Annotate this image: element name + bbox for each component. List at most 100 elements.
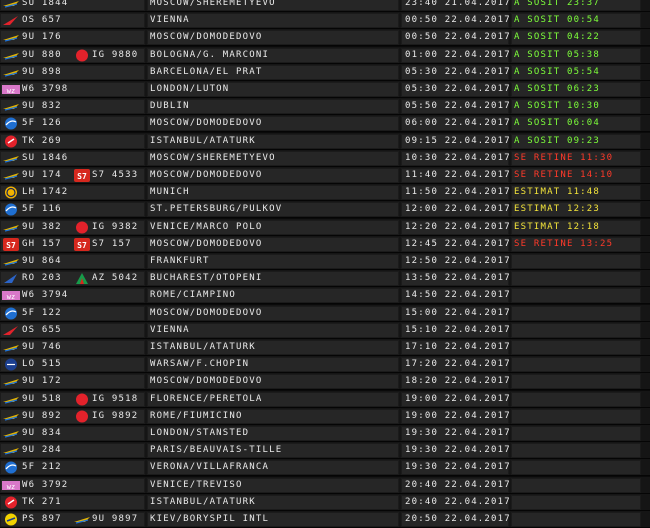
- destination: ROME/FIUMICINO: [150, 410, 243, 421]
- scheduled-time: 12:45 22.04.2017: [405, 237, 511, 252]
- flight-row: 9U 832 DUBLIN 05:50 22.04.2017 A SOSIT 10:3…: [0, 98, 650, 116]
- date-value: 22.04.2017: [444, 359, 511, 370]
- date-value: 22.04.2017: [444, 342, 511, 352]
- flight-code: GH 157: [22, 238, 62, 249]
- flight-status: SE RETINE 14:10: [514, 170, 614, 180]
- flight-row: SU 1846 MOSCOW/SHEREMETYEVO 10:30 22.04.20…: [0, 149, 650, 167]
- flight-code: 9U 880: [22, 49, 62, 60]
- flight-status: A SOSIT 05:54: [514, 66, 601, 77]
- time-value: 19:30: [405, 445, 439, 456]
- status-cell: [511, 426, 641, 441]
- flight-row: 5F 116 ST.PETERSBURG/PULKOV 12:00 22.04.20…: [0, 201, 650, 219]
- date-value: 22.04.2017: [444, 238, 511, 249]
- time-value: 19:30: [405, 428, 439, 438]
- scheduled-time: 12:20 22.04.2017: [405, 220, 511, 235]
- flight-code: 9U 284: [22, 445, 62, 456]
- status-cell: [511, 357, 641, 373]
- codeshare-code: IG 9518: [92, 393, 139, 404]
- airline-red-arrow-logo-icon: [2, 14, 20, 27]
- date-value: 22.04.2017: [444, 204, 511, 215]
- flight-row: wz W6 3798 LONDON/LUTON 05:30 22.04.2017 A S…: [0, 81, 650, 98]
- scheduled-time: 09:15 22.04.2017: [405, 134, 511, 149]
- time-value: 15:00: [405, 307, 439, 318]
- s7-logo-icon: S7: [2, 237, 20, 251]
- date-value: 22.04.2017: [444, 221, 511, 232]
- flight-code: 5F 116: [22, 204, 62, 215]
- destination: BOLOGNA/G. MARCONI: [150, 49, 270, 60]
- flight-row: OS 655 VIENNA 15:10 22.04.2017: [0, 321, 650, 339]
- destination: KIEV/BORYSPIL INTL: [150, 514, 270, 524]
- date-value: 22.04.2017: [444, 376, 511, 387]
- time-value: 23:40: [405, 0, 439, 8]
- flight-row: PS 897 9U 9897 KIEV/BORYSPIL INTL 20:50 22.…: [0, 511, 650, 528]
- flight-row: RO 203 AZ 5042 BUCHAREST/OTOPENI 13:50 22.0…: [0, 270, 650, 288]
- destination: VENICE/TREVISO: [150, 479, 243, 490]
- destination: PARIS/BEAUVAIS-TILLE: [150, 445, 283, 456]
- flight-status: SE RETINE 13:25: [514, 238, 614, 249]
- airline-wing-logo-icon: [2, 169, 20, 182]
- time-value: 17:20: [405, 359, 439, 370]
- flight-row: 9U 172 MOSCOW/DOMODEDOVO 18:20 22.04.2017: [0, 373, 650, 391]
- status-cell: [511, 512, 641, 527]
- svg-text:S7: S7: [77, 172, 87, 181]
- airline-wing-logo-icon: [73, 513, 91, 526]
- date-value: 22.04.2017: [444, 15, 511, 26]
- flight-status: ESTIMAT 12:23: [514, 204, 601, 215]
- flight-status: A SOSIT 23:37: [514, 0, 601, 8]
- scheduled-time: 18:20 22.04.2017: [405, 374, 511, 389]
- date-value: 22.04.2017: [444, 496, 511, 507]
- flight-code: 9U 172: [22, 376, 62, 387]
- scheduled-time: 15:00 22.04.2017: [405, 306, 511, 321]
- flight-code: SU 1846: [22, 152, 69, 163]
- scheduled-time: 05:50 22.04.2017: [405, 99, 511, 114]
- flight-board: SU 1844 MOSCOW/SHEREMETYEVO 23:40 21.04.20…: [0, 0, 650, 528]
- airline-wing-logo-icon: [2, 393, 20, 406]
- airline-globe-logo-icon: [2, 461, 20, 474]
- time-value: 13:50: [405, 273, 439, 284]
- scheduled-time: 19:30 22.04.2017: [405, 460, 511, 475]
- date-value: 22.04.2017: [444, 445, 511, 456]
- airline-wing-logo-icon: [2, 100, 20, 113]
- flight-code: TK 271: [22, 496, 62, 507]
- status-cell: [511, 494, 641, 510]
- time-value: 15:10: [405, 324, 439, 335]
- flight-row: 9U 880 IG 9880 BOLOGNA/G. MARCONI 01:00 22.…: [0, 46, 650, 64]
- destination: MOSCOW/DOMODEDOVO: [150, 376, 263, 387]
- destination: MUNICH: [150, 187, 190, 198]
- flight-code: W6 3798: [22, 84, 69, 94]
- destination: VERONA/VILLAFRANCA: [150, 462, 270, 473]
- destination: WARSAW/F.CHOPIN: [150, 359, 250, 370]
- flight-row: 9U 518 IG 9518 FLORENCE/PERETOLA 19:00 22.0…: [0, 390, 650, 408]
- scheduled-time: 15:10 22.04.2017: [405, 323, 511, 338]
- flight-code: W6 3794: [22, 290, 69, 301]
- date-value: 22.04.2017: [444, 32, 511, 43]
- status-cell: [511, 460, 641, 476]
- destination: MOSCOW/DOMODEDOVO: [150, 238, 263, 249]
- flight-status: ESTIMAT 12:18: [514, 221, 601, 232]
- destination: MOSCOW/DOMODEDOVO: [150, 118, 263, 129]
- time-value: 11:40: [405, 170, 439, 180]
- time-value: 05:30: [405, 66, 439, 77]
- flight-row: 5F 212 VERONA/VILLAFRANCA 19:30 22.04.2017: [0, 459, 650, 477]
- red-circle-logo-icon: [73, 410, 91, 423]
- scheduled-time: 20:40 22.04.2017: [405, 495, 511, 510]
- scheduled-time: 11:40 22.04.2017: [405, 168, 511, 183]
- airline-lot-logo-icon: [2, 358, 20, 371]
- destination: MOSCOW/DOMODEDOVO: [150, 307, 263, 318]
- scheduled-time: 19:30 22.04.2017: [405, 443, 511, 458]
- scheduled-time: 17:10 22.04.2017: [405, 340, 511, 355]
- flight-row: 9U 834 LONDON/STANSTED 19:30 22.04.2017: [0, 425, 650, 442]
- scheduled-time: 14:50 22.04.2017: [405, 288, 511, 303]
- destination: MOSCOW/DOMODEDOVO: [150, 170, 263, 180]
- date-value: 22.04.2017: [444, 187, 511, 198]
- destination: ISTANBUL/ATATURK: [150, 496, 256, 507]
- airline-turkish-logo-icon: [2, 135, 20, 148]
- scheduled-time: 01:00 22.04.2017: [405, 48, 511, 63]
- flight-status: A SOSIT 04:22: [514, 32, 601, 43]
- destination: BUCHAREST/OTOPENI: [150, 273, 263, 284]
- flight-row: 9U 864 FRANKFURT 12:50 22.04.2017: [0, 253, 650, 270]
- date-value: 22.04.2017: [444, 152, 511, 163]
- flight-row: wz W6 3792 VENICE/TREVISO 20:40 22.04.2017: [0, 476, 650, 494]
- codeshare-code: IG 9892: [92, 410, 139, 421]
- flight-status: A SOSIT 06:04: [514, 118, 601, 129]
